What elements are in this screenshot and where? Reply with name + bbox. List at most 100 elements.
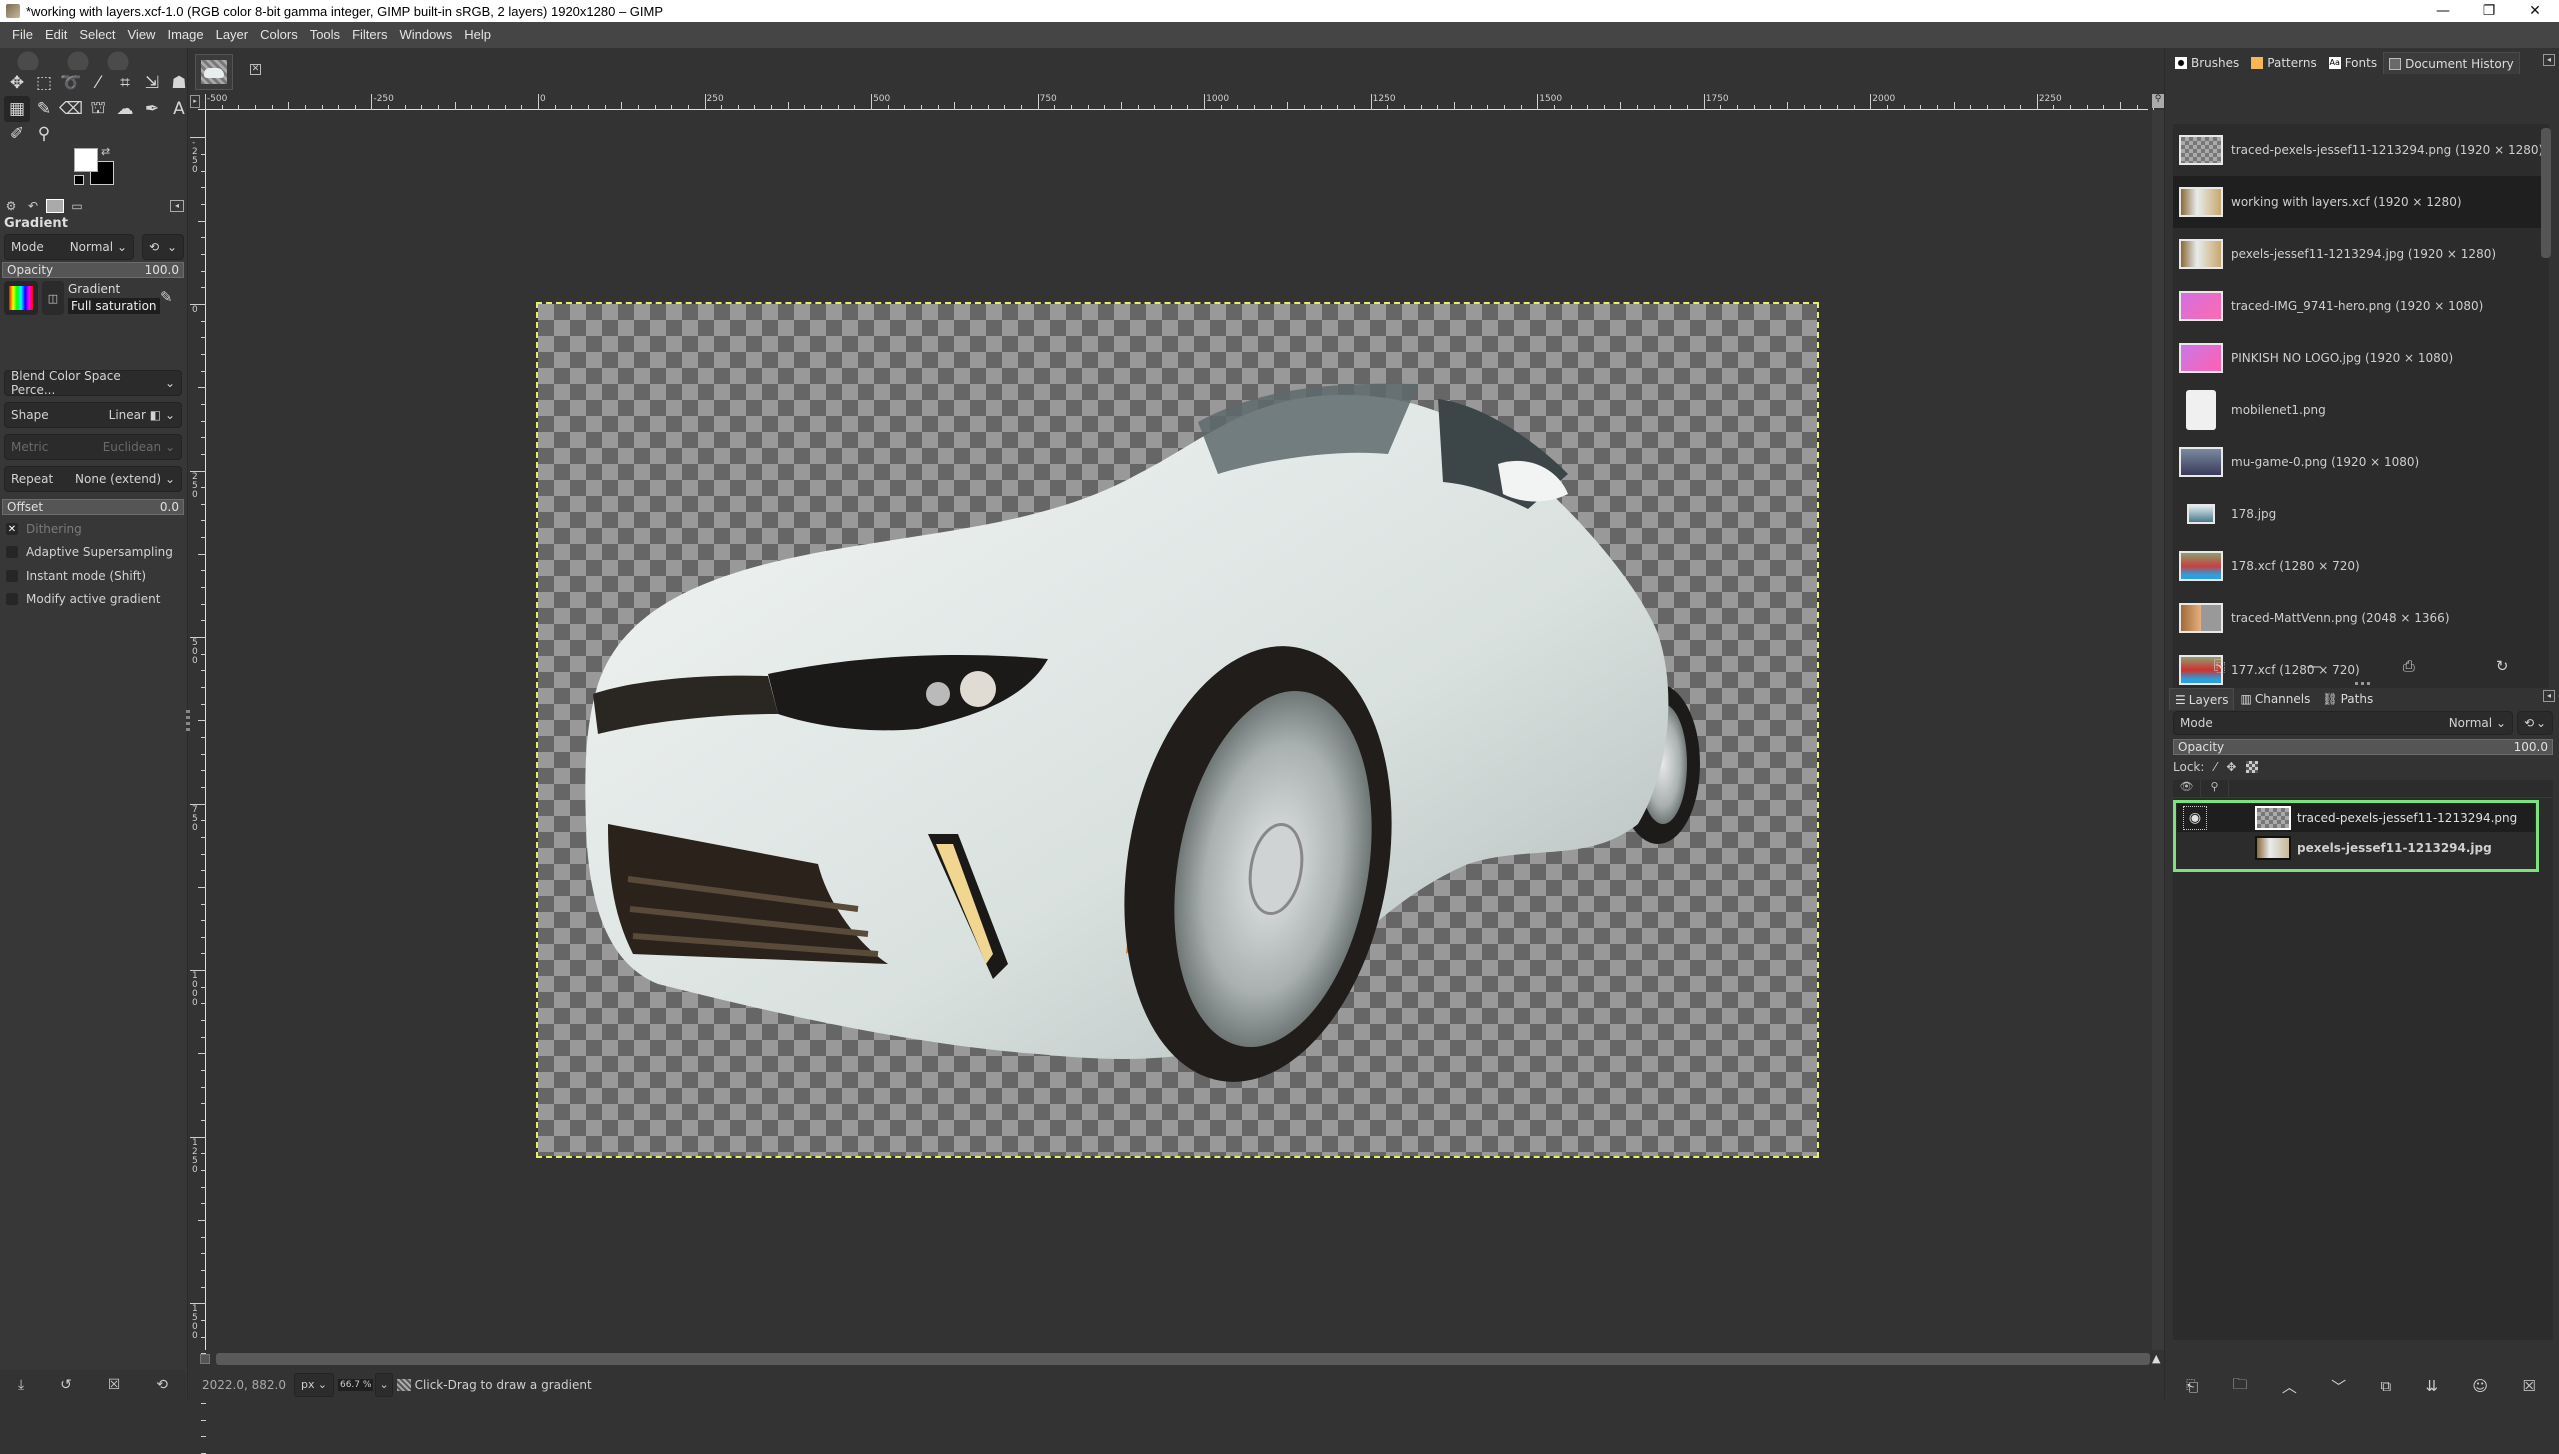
dithering-checkbox[interactable]: ✕ Dithering	[6, 522, 82, 536]
unit-select[interactable]: px ⌄	[293, 1372, 334, 1397]
reverse-gradient-button[interactable]: ◫	[42, 281, 64, 315]
save-options-icon[interactable]: ⤓	[18, 1377, 24, 1393]
clone-tool-icon[interactable]: ⛫	[85, 96, 111, 122]
horizontal-ruler[interactable]: -500 -250 0 250 500 750 1000 1250 1500 1750 2000 22…	[198, 94, 2188, 110]
restore-button[interactable]: ❐	[2466, 0, 2512, 22]
history-scrollbar[interactable]	[2541, 128, 2551, 258]
navigate-corner-icon[interactable]	[200, 1354, 210, 1364]
dock-resize-handle[interactable]	[186, 710, 190, 734]
smudge-tool-icon[interactable]: ☁	[112, 96, 138, 122]
pane-resize-handle[interactable]	[2355, 682, 2371, 685]
fuzzy-select-tool-icon[interactable]: ⁄	[85, 70, 111, 96]
menu-file[interactable]: File	[6, 22, 39, 48]
tab-paths[interactable]: ⛓ Paths	[2316, 688, 2379, 710]
edit-gradient-icon[interactable]: ✎	[160, 288, 173, 306]
delete-layer-icon[interactable]: ☒	[2522, 1377, 2535, 1395]
menu-edit[interactable]: Edit	[39, 22, 73, 48]
tab-channels[interactable]: ▥ Channels	[2234, 688, 2316, 710]
zoom-level-input[interactable]: 66.7 %	[337, 1378, 374, 1391]
refresh-icon[interactable]: ↻	[2496, 657, 2509, 675]
history-item[interactable]: mu-game-0.png (1920 × 1080)	[2173, 436, 2549, 488]
modify-active-gradient-checkbox[interactable]: Modify active gradient	[6, 592, 160, 606]
configure-dock-icon[interactable]: ◂	[2543, 54, 2555, 66]
free-select-tool-icon[interactable]: ➰	[58, 70, 84, 96]
gradient-tool-icon[interactable]: ▦	[4, 96, 30, 122]
text-tool-icon[interactable]: A	[166, 96, 192, 122]
menu-tools[interactable]: Tools	[304, 22, 346, 48]
layer-composite-select[interactable]: ⟲ ⌄	[2517, 711, 2553, 735]
tab-brushes[interactable]: Brushes	[2169, 52, 2245, 74]
vertical-ruler[interactable]: -250 0 250 500 750 1000 1250 1500	[190, 110, 206, 1454]
zoom-image-icon[interactable]: ⚲	[2152, 94, 2164, 108]
history-item[interactable]: 178.jpg	[2173, 488, 2549, 540]
move-tool-icon[interactable]: ✥	[4, 70, 30, 96]
clear-icon[interactable]: ⎙	[2403, 657, 2415, 675]
menu-view[interactable]: View	[122, 22, 162, 48]
layer-row[interactable]: ◉ traced-pexels-jessef11-1213294.png	[2177, 804, 2535, 832]
tab-document-history[interactable]: Document History	[2383, 52, 2520, 74]
remove-icon[interactable]: —	[2307, 657, 2322, 675]
offset-spinner[interactable]: Offset 0.0	[2, 499, 184, 515]
visibility-toggle[interactable]	[2183, 836, 2207, 860]
mode-select[interactable]: Mode Normal ⌄	[4, 234, 134, 260]
history-item[interactable]: 178.xcf (1280 × 720)	[2173, 540, 2549, 592]
adaptive-supersampling-checkbox[interactable]: Adaptive Supersampling	[6, 545, 173, 559]
images-tab-icon[interactable]	[46, 199, 64, 213]
menu-help[interactable]: Help	[458, 22, 497, 48]
vertical-scrollbar[interactable]	[2152, 110, 2164, 1350]
history-item[interactable]: traced-pexels-jessef11-1213294.png (1920…	[2173, 124, 2549, 176]
history-item[interactable]: traced-IMG_9741-hero.png (1920 × 1080)	[2173, 280, 2549, 332]
zoom-tool-icon[interactable]: ⚲	[31, 121, 57, 147]
opacity-spinner[interactable]: Opacity 100.0	[2, 262, 184, 278]
reset-options-icon[interactable]: ⟲	[156, 1377, 168, 1393]
crop-tool-icon[interactable]: ⌗	[112, 70, 138, 96]
configure-layers-dock-icon[interactable]: ◂	[2543, 690, 2555, 702]
merge-down-icon[interactable]: ⇊	[2426, 1377, 2439, 1395]
rect-select-tool-icon[interactable]: ⬚	[31, 70, 57, 96]
layer-row[interactable]: pexels-jessef11-1213294.jpg	[2177, 834, 2535, 862]
foreground-color-swatch[interactable]	[74, 148, 98, 172]
lock-alpha-icon[interactable]	[2246, 761, 2259, 773]
unified-transform-tool-icon[interactable]: ⇲	[139, 70, 165, 96]
instant-mode-checkbox[interactable]: Instant mode (Shift)	[6, 569, 146, 583]
minimize-button[interactable]: —	[2420, 0, 2466, 22]
tab-patterns[interactable]: Patterns	[2245, 52, 2322, 74]
navigate-icon[interactable]: ▲	[2152, 1352, 2160, 1365]
quick-mask-toggle-icon[interactable]: ▸	[190, 95, 200, 108]
swap-colors-icon[interactable]: ⇄	[101, 145, 110, 158]
tool-options-tab-icon[interactable]: ⚙	[2, 199, 20, 213]
device-status-tab-icon[interactable]: ▭	[68, 199, 86, 213]
lower-layer-icon[interactable]: ﹀	[2331, 1376, 2346, 1397]
blend-color-space-select[interactable]: Blend Color Space Perce... ⌄	[4, 369, 182, 397]
shape-select[interactable]: Shape Linear ◧ ⌄	[4, 402, 182, 428]
restore-options-icon[interactable]: ↺	[60, 1377, 72, 1393]
new-layer-icon[interactable]: ⎗	[2186, 1377, 2198, 1395]
image-canvas[interactable]	[536, 302, 1819, 1158]
menu-filters[interactable]: Filters	[346, 22, 393, 48]
eraser-tool-icon[interactable]: ⌫	[58, 96, 84, 122]
raise-layer-icon[interactable]: ︿	[2282, 1376, 2297, 1397]
delete-options-icon[interactable]: ☒	[108, 1377, 121, 1393]
paintbrush-tool-icon[interactable]: ✎	[31, 96, 57, 122]
image-tab-thumbnail[interactable]	[195, 54, 233, 90]
configure-tab-icon[interactable]: ◂	[170, 200, 184, 212]
history-item[interactable]: PINKISH NO LOGO.jpg (1920 × 1080)	[2173, 332, 2549, 384]
layer-name[interactable]: pexels-jessef11-1213294.jpg	[2297, 841, 2492, 855]
tab-fonts[interactable]: Aa Fonts	[2323, 52, 2383, 74]
layer-opacity-spinner[interactable]: Opacity 100.0	[2173, 739, 2553, 755]
menu-select[interactable]: Select	[73, 22, 121, 48]
warp-transform-tool-icon[interactable]: ☗	[166, 70, 192, 96]
layer-mask-icon[interactable]: ☺	[2472, 1377, 2488, 1395]
close-image-tab-icon[interactable]: ✕	[250, 64, 261, 75]
menu-windows[interactable]: Windows	[393, 22, 458, 48]
lock-position-icon[interactable]: ✥	[2226, 760, 2236, 774]
undo-history-tab-icon[interactable]: ↶	[24, 199, 42, 213]
history-item[interactable]: working with layers.xcf (1920 × 1280)	[2173, 176, 2549, 228]
mode-reset-select[interactable]: ⟲ ⌄	[142, 234, 184, 260]
tab-layers[interactable]: ☰ Layers	[2169, 688, 2235, 710]
history-item[interactable]: traced-MattVenn.png (2048 × 1366)	[2173, 592, 2549, 644]
history-item[interactable]: mobilenet1.png	[2173, 384, 2549, 436]
layer-name[interactable]: traced-pexels-jessef11-1213294.png	[2297, 811, 2517, 825]
menu-colors[interactable]: Colors	[254, 22, 304, 48]
menu-image[interactable]: Image	[161, 22, 209, 48]
